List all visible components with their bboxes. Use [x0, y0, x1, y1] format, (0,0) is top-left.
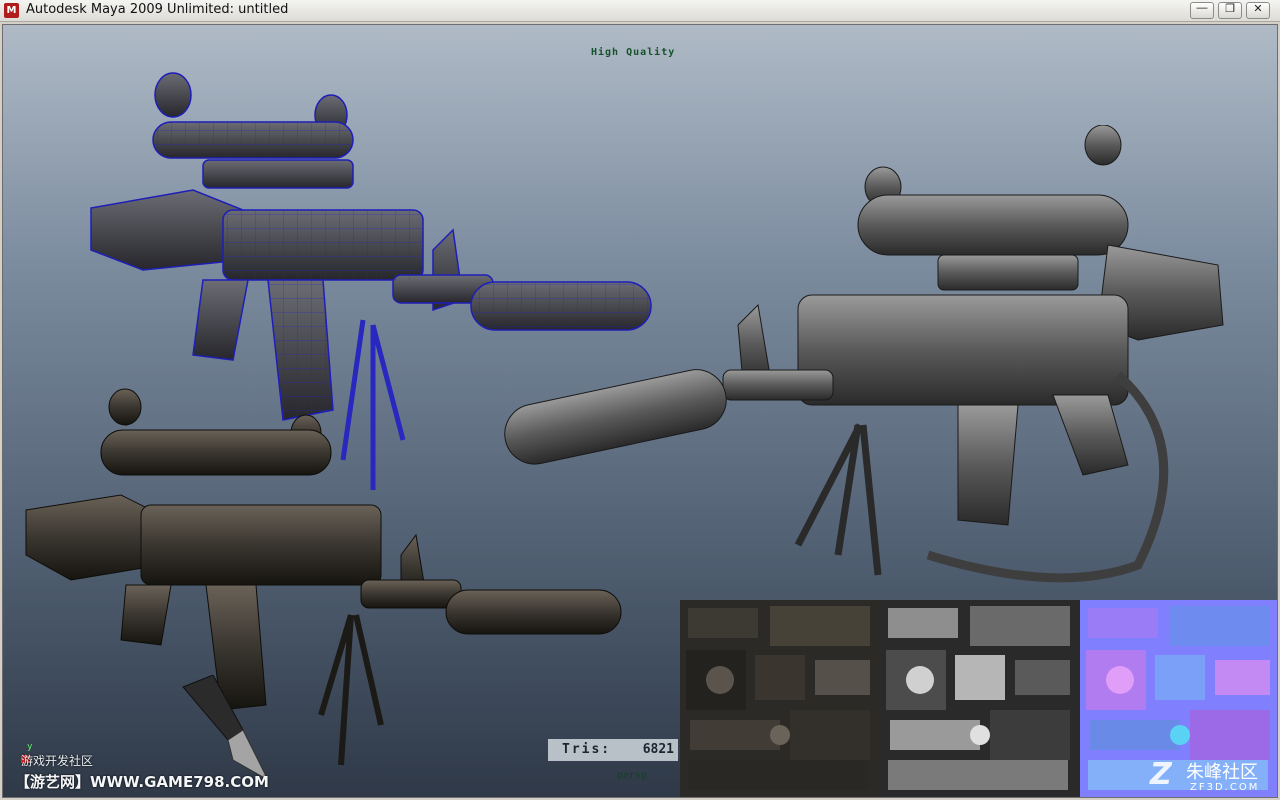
quality-label: High Quality: [591, 47, 676, 58]
knife-model[interactable]: [173, 675, 273, 785]
title-bar: M Autodesk Maya 2009 Unlimited: untitled…: [0, 0, 1280, 22]
window-title: Autodesk Maya 2009 Unlimited: untitled: [26, 2, 289, 17]
restore-button[interactable]: ❐: [1218, 2, 1242, 19]
camera-label: persp: [617, 770, 648, 781]
close-button[interactable]: ✕: [1246, 2, 1270, 19]
tris-value: 6821: [642, 742, 674, 757]
site-watermark: 【游艺网】WWW.GAME798.COM: [15, 773, 269, 791]
restore-icon: ❐: [1225, 3, 1235, 15]
zf3d-logo-icon: Z: [1150, 757, 1172, 792]
minimize-icon: —: [1196, 2, 1208, 14]
close-icon: ✕: [1253, 3, 1263, 15]
perspective-viewport[interactable]: High Quality Tris: 6821 persp y 游戏开发社区 【…: [2, 24, 1278, 798]
community-watermark: 游戏开发社区: [21, 754, 94, 768]
axis-y-label: y: [27, 742, 33, 752]
specular-texture-map: [880, 600, 1080, 797]
zf3d-logo: Z 朱峰社区 ZF3D.COM: [1150, 757, 1276, 797]
logo-en-text: ZF3D.COM: [1190, 782, 1260, 793]
minimize-button[interactable]: —: [1190, 2, 1214, 19]
poly-count-hud: Tris: 6821: [548, 739, 678, 761]
diffuse-texture-map: [680, 600, 880, 797]
textured-rifle-model[interactable]: [21, 385, 631, 785]
maya-icon[interactable]: M: [4, 3, 19, 18]
logo-cn-text: 朱峰社区: [1186, 762, 1258, 783]
tris-label: Tris:: [562, 742, 612, 757]
